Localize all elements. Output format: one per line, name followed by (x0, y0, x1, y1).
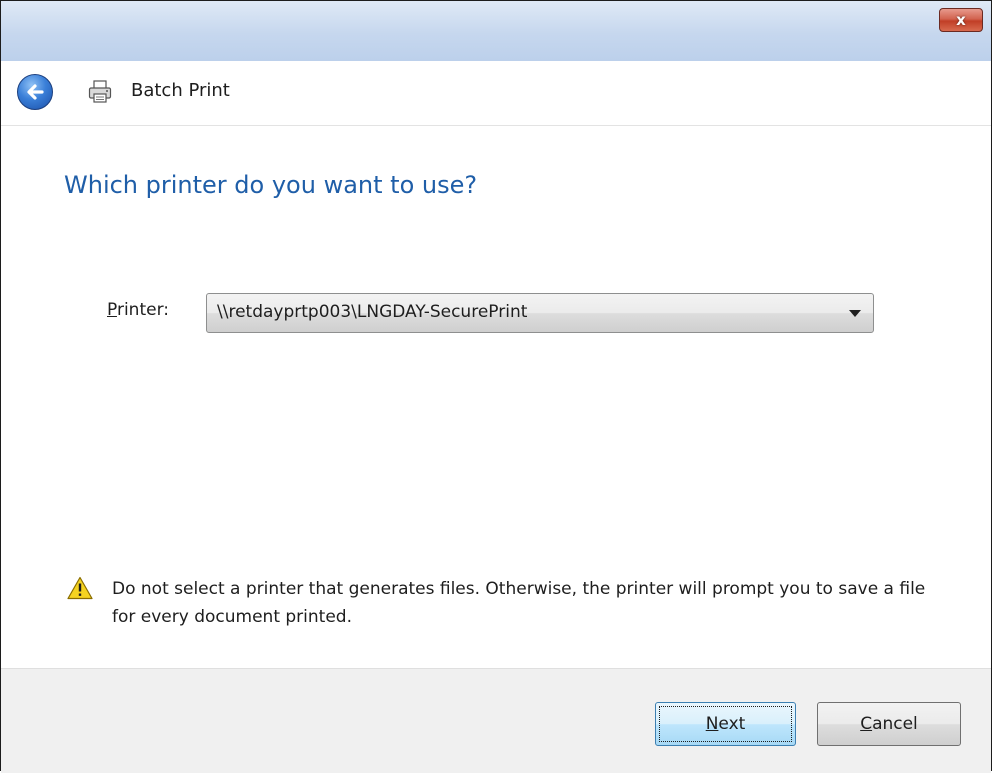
cancel-button-label: ancel (872, 714, 918, 734)
cancel-button-accelerator: C (860, 714, 873, 734)
button-bar: Next Cancel (1, 668, 991, 773)
close-icon: x (956, 11, 966, 29)
printer-select[interactable]: \\retdayprtp003\LNGDAY-SecurePrint (206, 293, 874, 333)
back-arrow-icon (27, 84, 44, 100)
warning-message: Do not select a printer that generates f… (112, 579, 926, 627)
navigation-bar: Batch Print (1, 61, 991, 126)
page-heading: Which printer do you want to use? (64, 171, 478, 199)
warning-icon (67, 576, 93, 600)
focus-rectangle (659, 706, 792, 742)
printer-label-text: rinter: (116, 300, 169, 320)
close-button[interactable]: x (939, 8, 983, 32)
cancel-button[interactable]: Cancel (817, 702, 961, 746)
next-button[interactable]: Next (655, 702, 796, 746)
printer-icon (88, 80, 112, 103)
printer-label: Printer: (107, 300, 169, 320)
title-bar: x (1, 1, 991, 61)
wizard-title: Batch Print (131, 80, 230, 101)
chevron-down-icon[interactable] (849, 310, 861, 317)
back-button[interactable] (17, 74, 53, 110)
batch-print-dialog: x Batch Print Which printer do you want … (0, 0, 992, 773)
printer-label-accelerator: P (107, 300, 117, 320)
printer-select-value: \\retdayprtp003\LNGDAY-SecurePrint (217, 302, 528, 322)
